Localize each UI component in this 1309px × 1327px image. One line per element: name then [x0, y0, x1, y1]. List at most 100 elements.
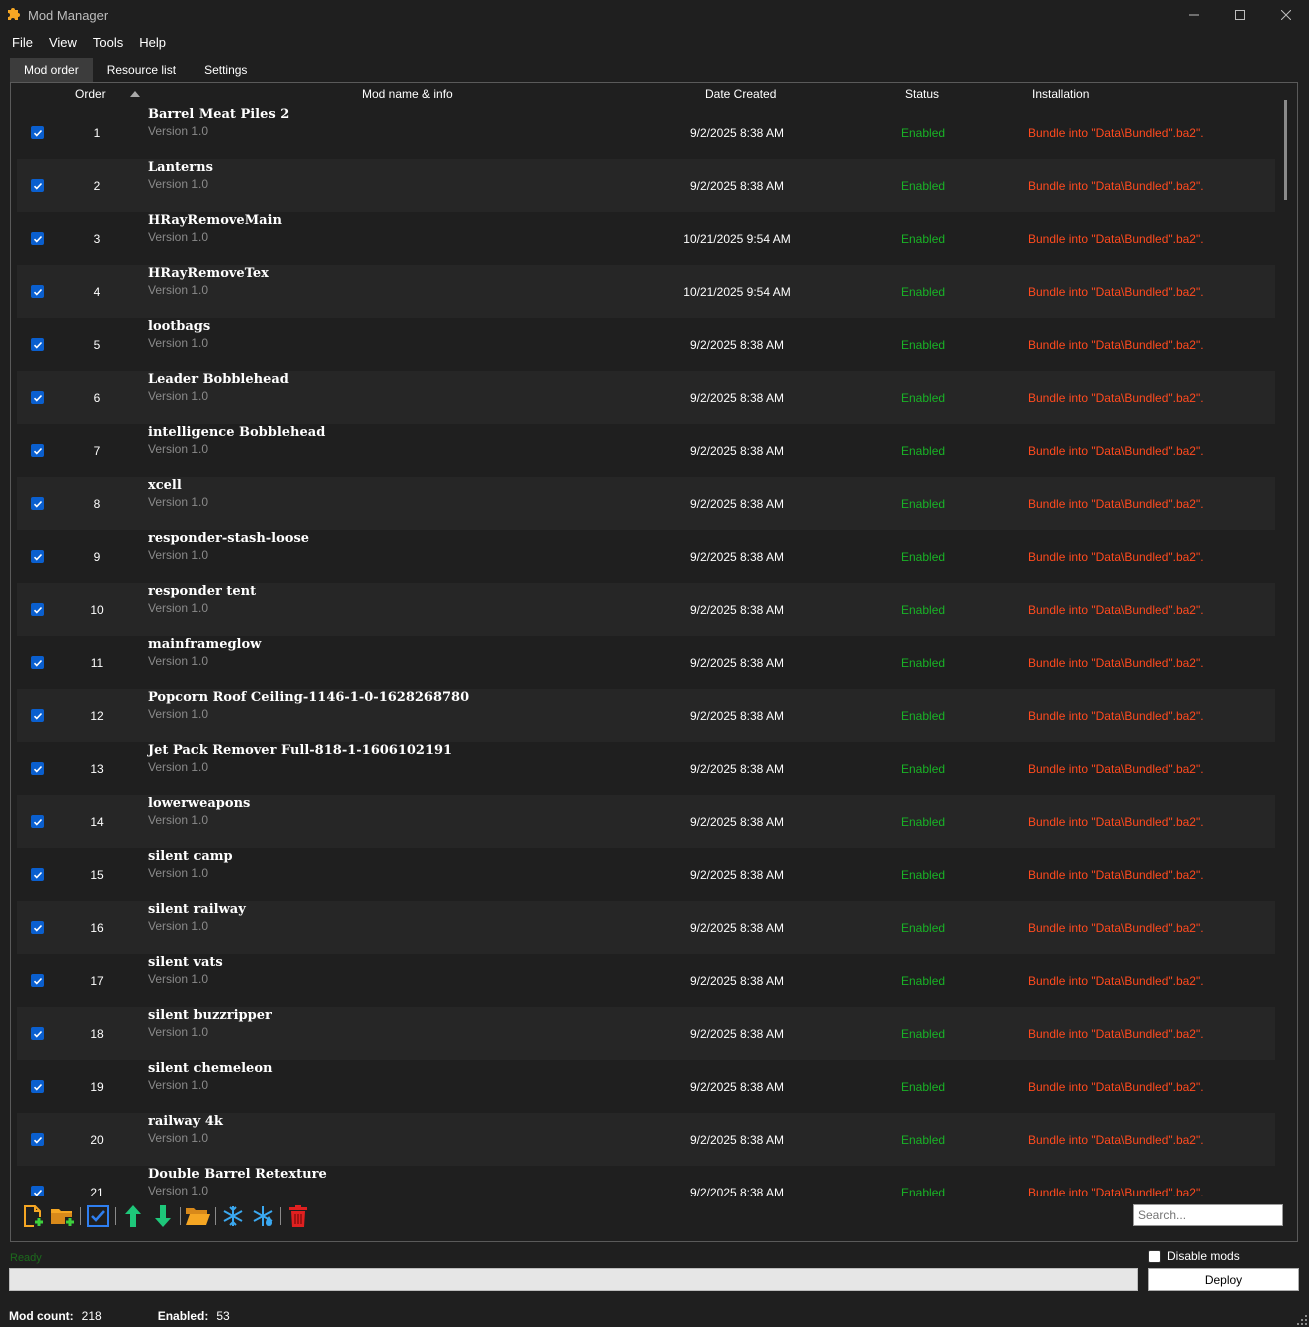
toolbar-separator	[280, 1207, 281, 1225]
column-header-order[interactable]: Order	[75, 84, 106, 106]
mod-row[interactable]: 3 HRayRemoveMain Version 1.0 10/21/2025 9:5…	[17, 212, 1275, 265]
mod-date: 9/2/2025 8:38 AM	[689, 1186, 785, 1196]
mod-row[interactable]: 2 Lanterns Version 1.0 9/2/2025 8:38 AM Enab…	[17, 159, 1275, 212]
delete-icon	[289, 1205, 307, 1227]
column-header-status[interactable]: Status	[905, 84, 939, 106]
column-header-installation[interactable]: Installation	[1032, 84, 1089, 106]
resize-grip-icon[interactable]	[1297, 1315, 1307, 1325]
checkmark-icon	[33, 818, 42, 826]
tab-mod-order[interactable]: Mod order	[10, 58, 93, 82]
mod-enabled-checkbox[interactable]	[31, 179, 44, 192]
mod-order: 16	[90, 921, 104, 935]
mod-enabled-checkbox[interactable]	[31, 762, 44, 775]
mod-date: 9/2/2025 8:38 AM	[689, 391, 785, 405]
close-button[interactable]	[1263, 0, 1309, 30]
menu-file[interactable]: File	[4, 35, 41, 50]
delete-button[interactable]	[283, 1201, 313, 1231]
mod-name: Lanterns	[148, 160, 213, 175]
checkmark-icon	[33, 500, 42, 508]
mod-row[interactable]: 16 silent railway Version 1.0 9/2/2025 8:38…	[17, 901, 1275, 954]
toolbar-separator	[180, 1207, 181, 1225]
unfreeze-button[interactable]	[248, 1201, 278, 1231]
menu-view[interactable]: View	[41, 35, 85, 50]
column-header-name[interactable]: Mod name & info	[362, 84, 453, 106]
mod-installation: Bundle into "Data\Bundled".ba2".	[1028, 974, 1204, 988]
mod-row[interactable]: 19 silent chemeleon Version 1.0 9/2/2025 8:…	[17, 1060, 1275, 1113]
mod-enabled-checkbox[interactable]	[31, 1186, 44, 1196]
mod-row[interactable]: 7 intelligence Bobblehead Version 1.0 9/2/2…	[17, 424, 1275, 477]
mod-enabled-checkbox[interactable]	[31, 232, 44, 245]
mod-status: Enabled	[901, 232, 946, 246]
mod-enabled-checkbox[interactable]	[31, 1027, 44, 1040]
mod-name: silent camp	[148, 849, 233, 864]
mod-enabled-checkbox[interactable]	[31, 868, 44, 881]
scrollbar-thumb[interactable]	[1284, 100, 1287, 200]
mod-enabled-checkbox[interactable]	[31, 497, 44, 510]
disable-mods-checkbox[interactable]	[1148, 1249, 1161, 1263]
mod-enabled-checkbox[interactable]	[31, 815, 44, 828]
mod-version: Version 1.0	[148, 336, 209, 350]
mod-installation: Bundle into "Data\Bundled".ba2".	[1028, 338, 1204, 352]
mod-row[interactable]: 10 responder tent Version 1.0 9/2/2025 8:38…	[17, 583, 1275, 636]
mod-row[interactable]: 18 silent buzzripper Version 1.0 9/2/2025 8…	[17, 1007, 1275, 1060]
move-down-button[interactable]	[148, 1201, 178, 1231]
maximize-button[interactable]	[1217, 0, 1263, 30]
mod-row[interactable]: 14 lowerweapons Version 1.0 9/2/2025 8:38 A…	[17, 795, 1275, 848]
mod-row[interactable]: 1 Barrel Meat Piles 2 Version 1.0 9/2/2025 …	[17, 106, 1275, 159]
checkmark-icon	[33, 235, 42, 243]
mod-row[interactable]: 13 Jet Pack Remover Full-818-1-1606102191…	[17, 742, 1275, 795]
mod-row[interactable]: 9 responder-stash-loose Version 1.0 9/2/202…	[17, 530, 1275, 583]
mod-row[interactable]: 4 HRayRemoveTex Version 1.0 10/21/2025 9:54…	[17, 265, 1275, 318]
mod-enabled-checkbox[interactable]	[31, 338, 44, 351]
mod-row[interactable]: 12 Popcorn Roof Ceiling-1146-1-0-16282687…	[17, 689, 1275, 742]
open-folder-button[interactable]	[183, 1201, 213, 1231]
mod-enabled-checkbox[interactable]	[31, 656, 44, 669]
tab-resource-list[interactable]: Resource list	[93, 58, 190, 82]
mod-enabled-checkbox[interactable]	[31, 126, 44, 139]
mod-enabled-checkbox[interactable]	[31, 285, 44, 298]
minimize-button[interactable]	[1171, 0, 1217, 30]
mod-enabled-checkbox[interactable]	[31, 1080, 44, 1093]
mod-date: 9/2/2025 8:38 AM	[689, 1133, 785, 1147]
mod-enabled-checkbox[interactable]	[31, 391, 44, 404]
add-folder-button[interactable]	[48, 1201, 78, 1231]
mod-row[interactable]: 11 mainframeglow Version 1.0 9/2/2025 8:38 …	[17, 636, 1275, 689]
mod-row[interactable]: 8 xcell Version 1.0 9/2/2025 8:38 AM Enabled…	[17, 477, 1275, 530]
mod-version: Version 1.0	[148, 124, 209, 138]
mod-enabled-checkbox[interactable]	[31, 1133, 44, 1146]
mod-row[interactable]: 6 Leader Bobblehead Version 1.0 9/2/2025 8:…	[17, 371, 1275, 424]
mod-installation: Bundle into "Data\Bundled".ba2".	[1028, 391, 1204, 405]
mod-row[interactable]: 5 lootbags Version 1.0 9/2/2025 8:38 AM Enab…	[17, 318, 1275, 371]
tab-settings[interactable]: Settings	[190, 58, 261, 82]
add-file-button[interactable]	[18, 1201, 48, 1231]
mod-enabled-checkbox[interactable]	[31, 921, 44, 934]
add-folder-icon	[51, 1209, 75, 1227]
mod-row[interactable]: 17 silent vats Version 1.0 9/2/2025 8:38 AM…	[17, 954, 1275, 1007]
menu-help[interactable]: Help	[131, 35, 174, 50]
select-all-button[interactable]	[83, 1201, 113, 1231]
mod-name: HRayRemoveMain	[148, 213, 282, 228]
checkmark-icon	[33, 977, 42, 985]
vertical-scrollbar[interactable]	[1278, 84, 1294, 1196]
disable-mods-toggle[interactable]: Disable mods	[1148, 1249, 1240, 1263]
mod-enabled-checkbox[interactable]	[31, 709, 44, 722]
menu-tools[interactable]: Tools	[85, 35, 131, 50]
mod-row[interactable]: 21 Double Barrel Retexture Version 1.0 9/2/…	[17, 1166, 1275, 1196]
mod-enabled-checkbox[interactable]	[31, 974, 44, 987]
mod-enabled-checkbox[interactable]	[31, 444, 44, 457]
deploy-button[interactable]: Deploy	[1148, 1268, 1299, 1291]
mod-installation: Bundle into "Data\Bundled".ba2".	[1028, 232, 1204, 246]
mod-enabled-checkbox[interactable]	[31, 550, 44, 563]
mod-row[interactable]: 20 railway 4k Version 1.0 9/2/2025 8:38 AM E…	[17, 1113, 1275, 1166]
move-up-button[interactable]	[118, 1201, 148, 1231]
mod-name: mainframeglow	[148, 637, 262, 652]
status-bar: Mod count: 218 Enabled: 53	[9, 1308, 230, 1324]
checkmark-icon	[33, 182, 42, 190]
freeze-button[interactable]	[218, 1201, 248, 1231]
mod-row[interactable]: 15 silent camp Version 1.0 9/2/2025 8:38 AM…	[17, 848, 1275, 901]
mod-order: 3	[93, 232, 101, 246]
mod-enabled-checkbox[interactable]	[31, 603, 44, 616]
add-file-icon	[24, 1205, 44, 1227]
column-header-date[interactable]: Date Created	[705, 84, 776, 106]
search-input[interactable]	[1133, 1204, 1283, 1226]
